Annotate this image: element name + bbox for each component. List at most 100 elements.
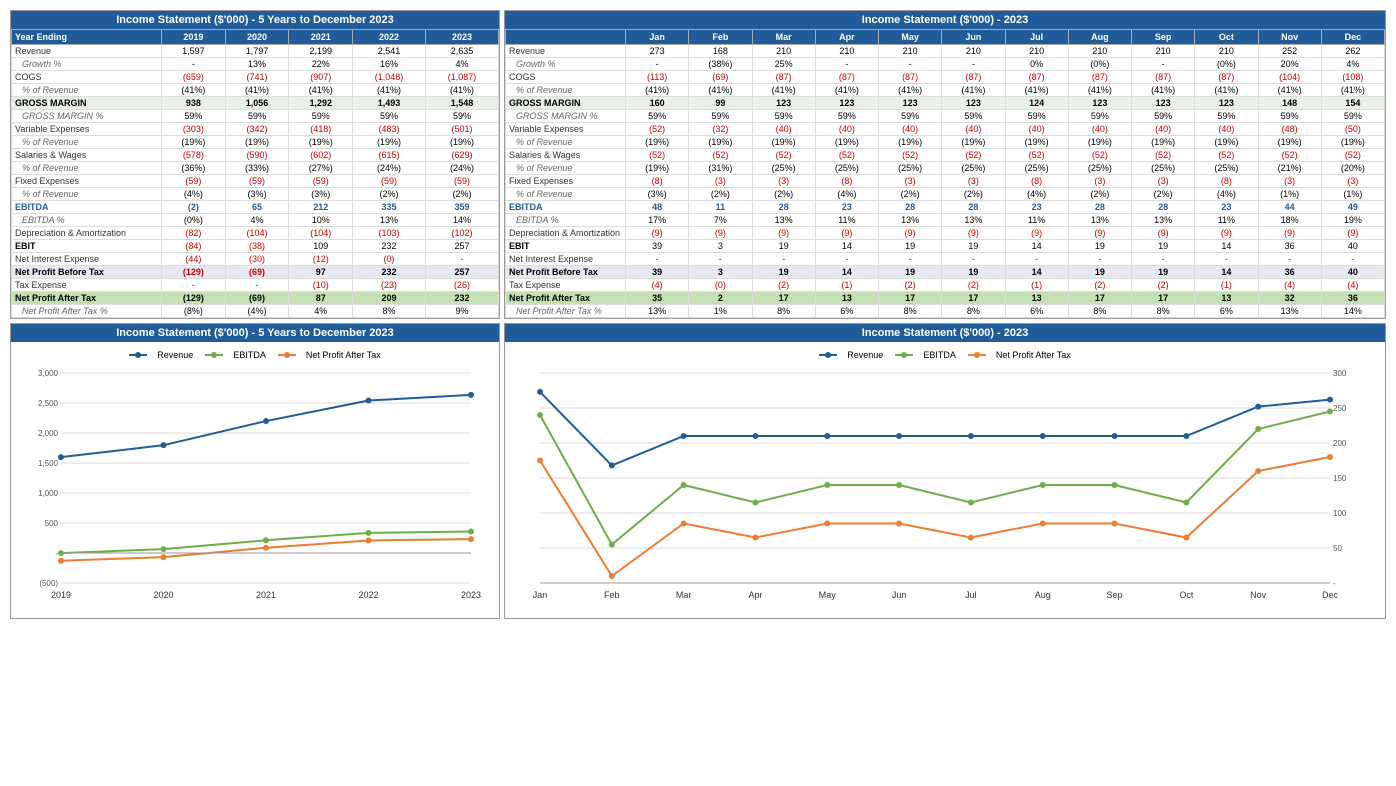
svg-text:Aug: Aug [1035, 590, 1051, 600]
row-label: Salaries & Wages [506, 149, 626, 162]
row-label: % of Revenue [12, 162, 162, 175]
row-label: Revenue [12, 45, 162, 58]
table-cell: 210 [815, 45, 878, 58]
table-cell: (44) [162, 253, 226, 266]
table-cell: 14% [426, 214, 499, 227]
table-cell: 28 [752, 201, 815, 214]
svg-text:500: 500 [45, 519, 59, 528]
table-cell: 168 [689, 45, 752, 58]
table-cell: 13 [815, 292, 878, 305]
table-cell: 23 [815, 201, 878, 214]
table-cell: 232 [426, 292, 499, 305]
svg-text:150: 150 [1333, 474, 1347, 483]
table-cell: 23 [1005, 201, 1068, 214]
table-cell: 28 [1132, 201, 1195, 214]
table-cell: 59% [162, 110, 226, 123]
table-cell: (41%) [162, 84, 226, 97]
table-cell: (19%) [1258, 136, 1321, 149]
svg-text:-: - [1333, 579, 1336, 588]
right-chart-svg: 30025020015010050-JanFebMarAprMayJunJulA… [510, 363, 1370, 613]
table-cell: (52) [626, 149, 689, 162]
svg-text:2,000: 2,000 [38, 429, 59, 438]
table-cell: (82) [162, 227, 226, 240]
table-cell: (41%) [752, 84, 815, 97]
table-cell: (659) [162, 71, 226, 84]
table-cell: (87) [752, 71, 815, 84]
table-cell: 123 [752, 97, 815, 110]
row-label: EBIT [12, 240, 162, 253]
table-cell: 1,056 [225, 97, 289, 110]
table-cell: (41%) [815, 84, 878, 97]
table-cell: 13% [353, 214, 426, 227]
table-cell: 160 [626, 97, 689, 110]
table-cell: 19 [1068, 266, 1131, 279]
svg-text:(500): (500) [39, 579, 58, 588]
svg-text:Jul: Jul [965, 590, 977, 600]
table-cell: (25%) [1005, 162, 1068, 175]
svg-text:300: 300 [1333, 369, 1347, 378]
svg-text:Oct: Oct [1179, 590, 1194, 600]
table-cell: (2%) [353, 188, 426, 201]
table-cell: (69) [689, 71, 752, 84]
table-cell: 13% [626, 305, 689, 318]
left-income-table: Year Ending 2019 2020 2021 2022 2023 Rev… [11, 29, 499, 318]
table-cell: (108) [1321, 71, 1384, 84]
table-cell: (87) [879, 71, 942, 84]
row-label: % of Revenue [506, 136, 626, 149]
table-cell: 59% [942, 110, 1005, 123]
table-cell: 49 [1321, 201, 1384, 214]
table-cell: (2) [162, 201, 226, 214]
row-label: Depreciation & Amortization [12, 227, 162, 240]
svg-text:2019: 2019 [51, 590, 71, 600]
row-label: Net Profit After Tax % [506, 305, 626, 318]
table-cell: (3) [1068, 175, 1131, 188]
col-header-2023: 2023 [426, 30, 499, 45]
table-cell: (19%) [225, 136, 289, 149]
table-cell: 13% [1258, 305, 1321, 318]
svg-text:Jun: Jun [892, 590, 907, 600]
table-cell: 210 [942, 45, 1005, 58]
row-label: COGS [12, 71, 162, 84]
table-cell: (32) [689, 123, 752, 136]
table-cell: 44 [1258, 201, 1321, 214]
table-cell: (30) [225, 253, 289, 266]
row-label: Growth % [506, 58, 626, 71]
table-cell: (23) [353, 279, 426, 292]
table-cell: (103) [353, 227, 426, 240]
table-cell: 4% [225, 214, 289, 227]
table-cell: 19% [1321, 214, 1384, 227]
table-cell: 232 [353, 266, 426, 279]
table-cell: (87) [815, 71, 878, 84]
row-label: % of Revenue [506, 84, 626, 97]
table-cell: (25%) [1195, 162, 1258, 175]
table-cell: 8% [752, 305, 815, 318]
table-cell: (19%) [1005, 136, 1068, 149]
table-cell: 13% [752, 214, 815, 227]
table-cell: (501) [426, 123, 499, 136]
table-cell: 14 [815, 240, 878, 253]
table-cell: 36 [1321, 292, 1384, 305]
table-cell: 210 [1005, 45, 1068, 58]
table-cell: (41%) [1321, 84, 1384, 97]
row-label: % of Revenue [12, 188, 162, 201]
table-cell: (48) [1258, 123, 1321, 136]
table-cell: (59) [426, 175, 499, 188]
right-col-label [506, 30, 626, 45]
table-cell: (2%) [879, 188, 942, 201]
table-cell: (1) [1195, 279, 1258, 292]
table-cell: (33%) [225, 162, 289, 175]
table-cell: 40 [1321, 240, 1384, 253]
row-label: Variable Expenses [12, 123, 162, 136]
col-header-2020: 2020 [225, 30, 289, 45]
table-cell: - [879, 58, 942, 71]
table-cell: 13% [1132, 214, 1195, 227]
table-cell: (19%) [289, 136, 353, 149]
table-cell: (69) [225, 266, 289, 279]
table-cell: (2) [1132, 279, 1195, 292]
table-cell: (4%) [225, 305, 289, 318]
table-cell: - [1132, 58, 1195, 71]
table-cell: 87 [289, 292, 353, 305]
table-cell: 20% [1258, 58, 1321, 71]
table-cell: 2,635 [426, 45, 499, 58]
table-cell: (2%) [1132, 188, 1195, 201]
